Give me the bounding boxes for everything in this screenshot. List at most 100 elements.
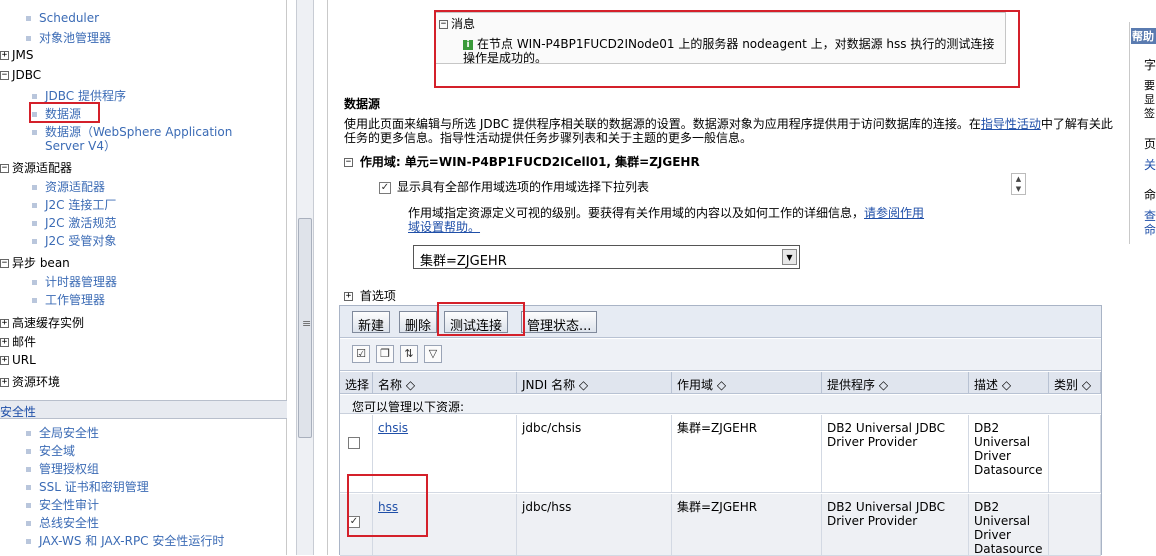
help-link[interactable]: 命 <box>1144 221 1156 238</box>
row-description: DB2 Universal Driver Datasource <box>969 415 1049 492</box>
nav-async-beans[interactable]: − 异步 bean <box>0 254 70 271</box>
row-jndi: jdbc/chsis <box>517 415 672 492</box>
nav-admin-groups[interactable]: 管理授权组 <box>26 460 99 477</box>
nav-ssl[interactable]: SSL 证书和密钥管理 <box>26 478 149 495</box>
table-row: ✓ hss jdbc/hss 集群=ZJGEHR DB2 Universal J… <box>340 494 1101 556</box>
row-scope: 集群=ZJGEHR <box>672 415 822 492</box>
grip-icon: ≡ <box>302 317 312 330</box>
bullet-icon <box>26 431 31 436</box>
scope-select-value: 集群=ZJGEHR <box>420 254 507 269</box>
nav-j2c-cf[interactable]: J2C 连接工厂 <box>32 196 116 213</box>
nav-j2c-as[interactable]: J2C 激活规范 <box>32 214 116 231</box>
expand-icon[interactable]: + <box>0 356 9 365</box>
col-category[interactable]: 类别 ◇ <box>1049 372 1101 394</box>
nav-audit[interactable]: 安全性审计 <box>26 496 99 513</box>
preferences-section[interactable]: + 首选项 <box>344 287 396 304</box>
nav-label: Scheduler <box>39 11 100 25</box>
nav-label: 总线安全性 <box>39 516 100 530</box>
nav-label: 工作管理器 <box>45 293 106 307</box>
col-select: 选择 <box>340 372 373 394</box>
nav-global-security[interactable]: 全局安全性 <box>26 424 99 441</box>
nav-scrollbar[interactable]: ≡ <box>296 0 314 555</box>
manage-state-button[interactable]: 管理状态... <box>521 311 598 334</box>
nav-resource-adapters[interactable]: − 资源适配器 <box>0 159 72 176</box>
help-text: 字 <box>1144 58 1156 72</box>
bullet-icon <box>26 485 31 490</box>
nav-resource-env[interactable]: + 资源环境 <box>0 373 60 390</box>
collapse-icon[interactable]: − <box>0 164 9 173</box>
nav-timer-managers[interactable]: 计时器管理器 <box>32 273 117 290</box>
nav-label: 管理授权组 <box>39 462 100 476</box>
highlight-test-button <box>437 302 525 336</box>
new-button[interactable]: 新建 <box>352 311 391 334</box>
checkbox-checked-icon[interactable]: ✓ <box>379 181 391 194</box>
nav-label: 全局安全性 <box>39 426 100 440</box>
nav-label: J2C 受管对象 <box>45 234 117 248</box>
filter-icon[interactable]: ⇅ <box>400 345 418 363</box>
help-link[interactable]: 关 <box>1144 156 1156 173</box>
scope-section[interactable]: − 作用域: 单元=WIN-P4BP1FUCD2ICell01, 集群=ZJGE… <box>344 153 700 170</box>
nav-label: JAX-WS 和 JAX-RPC 安全性运行时 <box>39 534 225 548</box>
nav-cache[interactable]: + 高速缓存实例 <box>0 314 84 331</box>
table-icon-bar: ☑ ❐ ⇅ ▽ <box>340 339 1101 371</box>
bullet-icon <box>26 36 31 41</box>
delete-button[interactable]: 删除 <box>399 311 438 334</box>
scroll-spinner[interactable]: ▲ ▼ <box>1011 173 1026 195</box>
nav-jaxws[interactable]: JAX-WS 和 JAX-RPC 安全性运行时 <box>26 532 224 549</box>
nav-work-managers[interactable]: 工作管理器 <box>32 291 106 308</box>
datasource-link[interactable]: chsis <box>378 421 408 435</box>
highlight-hss-row <box>347 474 428 537</box>
nav-ra[interactable]: 资源适配器 <box>32 178 106 195</box>
expand-icon[interactable]: + <box>0 338 9 347</box>
row-provider: DB2 Universal JDBC Driver Provider <box>822 494 969 555</box>
nav-security-domains[interactable]: 安全域 <box>26 442 75 459</box>
bullet-icon <box>32 280 37 285</box>
nav-label: 资源适配器 <box>45 180 106 194</box>
nav-security-header[interactable]: 安全性 <box>0 400 287 419</box>
table-row: chsis jdbc/chsis 集群=ZJGEHR DB2 Universal… <box>340 415 1101 493</box>
collapse-icon[interactable]: − <box>344 158 353 167</box>
scope-help-text: 作用域指定资源定义可视的级别。要获得有关作用域的内容以及如何工作的详细信息， <box>408 206 865 220</box>
nav-jdbc[interactable]: − JDBC <box>0 68 41 82</box>
deselect-all-icon[interactable]: ❐ <box>376 345 394 363</box>
nav-datasources-v4-cont[interactable]: Server V4） <box>45 137 116 154</box>
nav-label: 高速缓存实例 <box>12 316 85 330</box>
chevron-down-icon[interactable]: ▼ <box>782 249 797 265</box>
show-scope-option[interactable]: ✓ 显示具有全部作用域选项的作用域选择下拉列表 <box>379 178 649 195</box>
nav-label: JDBC 提供程序 <box>45 89 126 103</box>
filter-edit-icon[interactable]: ▽ <box>424 345 442 363</box>
scope-label: 作用域: 单元=WIN-P4BP1FUCD2ICell01, 集群=ZJGEHR <box>359 155 700 169</box>
nav-object-pool[interactable]: 对象池管理器 <box>26 29 111 46</box>
col-name[interactable]: 名称 ◇ <box>373 372 517 394</box>
checkbox-icon[interactable] <box>348 436 360 449</box>
guided-activity-link[interactable]: 指导性活动 <box>981 117 1041 131</box>
nav-mail[interactable]: + 邮件 <box>0 333 36 350</box>
expand-icon[interactable]: + <box>0 378 9 387</box>
highlight-datasource-nav <box>29 102 100 123</box>
nav-bus-security[interactable]: 总线安全性 <box>26 514 99 531</box>
col-description[interactable]: 描述 ◇ <box>969 372 1049 394</box>
col-scope[interactable]: 作用域 ◇ <box>672 372 822 394</box>
bullet-icon <box>32 130 37 135</box>
expand-icon[interactable]: + <box>0 319 9 328</box>
nav-label: 邮件 <box>12 335 37 349</box>
nav-label: 安全域 <box>39 444 76 458</box>
col-provider[interactable]: 提供程序 ◇ <box>822 372 969 394</box>
nav-url[interactable]: + URL <box>0 353 36 367</box>
scope-help: 作用域指定资源定义可视的级别。要获得有关作用域的内容以及如何工作的详细信息，请参… <box>408 206 928 234</box>
select-all-icon[interactable]: ☑ <box>352 345 370 363</box>
bullet-icon <box>26 449 31 454</box>
col-jndi[interactable]: JNDI 名称 ◇ <box>517 372 672 394</box>
nav-label: 资源环境 <box>12 375 61 389</box>
expand-icon[interactable]: + <box>344 292 353 301</box>
nav-scheduler[interactable]: Scheduler <box>26 11 99 25</box>
bullet-icon <box>26 503 31 508</box>
nav-jms[interactable]: + JMS <box>0 48 34 62</box>
scope-select[interactable]: 集群=ZJGEHR ▼ <box>413 245 800 269</box>
collapse-icon[interactable]: − <box>0 71 9 80</box>
expand-icon[interactable]: + <box>0 51 9 60</box>
row-category <box>1049 494 1101 555</box>
nav-j2c-ao[interactable]: J2C 受管对象 <box>32 232 117 249</box>
scrollbar-thumb[interactable]: ≡ <box>298 218 312 438</box>
collapse-icon[interactable]: − <box>0 259 9 268</box>
